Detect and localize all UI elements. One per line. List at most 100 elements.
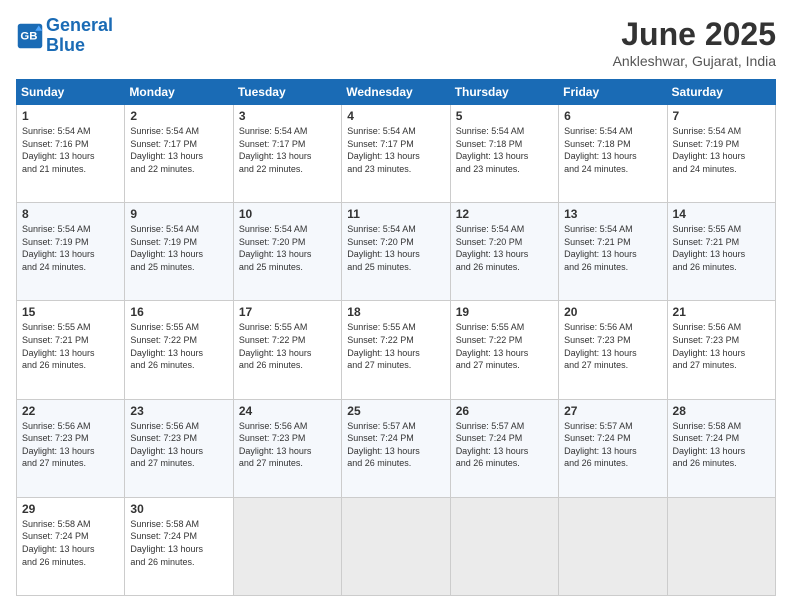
day-number: 14 (673, 207, 770, 221)
header: GB General Blue June 2025 Ankleshwar, Gu… (16, 16, 776, 69)
day-number: 7 (673, 109, 770, 123)
table-row: 29Sunrise: 5:58 AM Sunset: 7:24 PM Dayli… (17, 497, 125, 595)
table-row: 1 Sunrise: 5:54 AM Sunset: 7:16 PM Daylig… (17, 105, 125, 203)
title-block: June 2025 Ankleshwar, Gujarat, India (613, 16, 776, 69)
day-info: Sunrise: 5:55 AM Sunset: 7:22 PM Dayligh… (130, 321, 227, 371)
table-row (667, 497, 775, 595)
table-row: 23 Sunrise: 5:56 AM Sunset: 7:23 PM Dayli… (125, 399, 233, 497)
table-row: 24Sunrise: 5:56 AM Sunset: 7:23 PM Dayli… (233, 399, 341, 497)
day-number: 28 (673, 404, 770, 418)
table-row: 20 Sunrise: 5:56 AM Sunset: 7:23 PM Dayli… (559, 301, 667, 399)
day-number: 12 (456, 207, 553, 221)
table-row: 17 Sunrise: 5:55 AM Sunset: 7:22 PM Dayli… (233, 301, 341, 399)
page: GB General Blue June 2025 Ankleshwar, Gu… (0, 0, 792, 612)
day-info: Sunrise: 5:54 AM Sunset: 7:17 PM Dayligh… (347, 125, 444, 175)
table-row: 27 Sunrise: 5:57 AM Sunset: 7:24 PM Dayli… (559, 399, 667, 497)
day-info: Sunrise: 5:54 AM Sunset: 7:19 PM Dayligh… (130, 223, 227, 273)
day-info: Sunrise: 5:54 AM Sunset: 7:19 PM Dayligh… (673, 125, 770, 175)
day-info: Sunrise: 5:57 AM Sunset: 7:24 PM Dayligh… (564, 420, 661, 470)
day-number: 24 (239, 404, 336, 418)
day-number: 17 (239, 305, 336, 319)
location-subtitle: Ankleshwar, Gujarat, India (613, 53, 776, 69)
day-info: Sunrise: 5:56 AM Sunset: 7:23 PM Dayligh… (22, 420, 119, 470)
day-number: 30 (130, 502, 227, 516)
day-info: Sunrise: 5:56 AM Sunset: 7:23 PM Dayligh… (564, 321, 661, 371)
table-row: 14 Sunrise: 5:55 AM Sunset: 7:21 PM Dayli… (667, 203, 775, 301)
svg-text:GB: GB (20, 30, 37, 42)
day-number: 20 (564, 305, 661, 319)
day-number: 6 (564, 109, 661, 123)
calendar-header-row: Sunday Monday Tuesday Wednesday Thursday… (17, 80, 776, 105)
header-wednesday: Wednesday (342, 80, 450, 105)
table-row: 16Sunrise: 5:55 AM Sunset: 7:22 PM Dayli… (125, 301, 233, 399)
day-info: Sunrise: 5:55 AM Sunset: 7:22 PM Dayligh… (239, 321, 336, 371)
table-row: 9 Sunrise: 5:54 AM Sunset: 7:19 PM Daylig… (125, 203, 233, 301)
day-number: 10 (239, 207, 336, 221)
day-info: Sunrise: 5:54 AM Sunset: 7:19 PM Dayligh… (22, 223, 119, 273)
table-row: 28 Sunrise: 5:58 AM Sunset: 7:24 PM Dayli… (667, 399, 775, 497)
day-info: Sunrise: 5:55 AM Sunset: 7:21 PM Dayligh… (673, 223, 770, 273)
table-row: 19 Sunrise: 5:55 AM Sunset: 7:22 PM Dayli… (450, 301, 558, 399)
day-info: Sunrise: 5:55 AM Sunset: 7:22 PM Dayligh… (347, 321, 444, 371)
day-number: 23 (130, 404, 227, 418)
table-row: 26Sunrise: 5:57 AM Sunset: 7:24 PM Dayli… (450, 399, 558, 497)
day-info: Sunrise: 5:54 AM Sunset: 7:16 PM Dayligh… (22, 125, 119, 175)
calendar-week-row: 8 Sunrise: 5:54 AM Sunset: 7:19 PM Daylig… (17, 203, 776, 301)
day-number: 8 (22, 207, 119, 221)
table-row: 8 Sunrise: 5:54 AM Sunset: 7:19 PM Daylig… (17, 203, 125, 301)
day-number: 11 (347, 207, 444, 221)
day-info: Sunrise: 5:54 AM Sunset: 7:18 PM Dayligh… (456, 125, 553, 175)
table-row: 15 Sunrise: 5:55 AM Sunset: 7:21 PM Dayli… (17, 301, 125, 399)
day-number: 4 (347, 109, 444, 123)
table-row: 18 Sunrise: 5:55 AM Sunset: 7:22 PM Dayli… (342, 301, 450, 399)
table-row (342, 497, 450, 595)
day-number: 5 (456, 109, 553, 123)
day-info: Sunrise: 5:54 AM Sunset: 7:20 PM Dayligh… (347, 223, 444, 273)
day-number: 13 (564, 207, 661, 221)
day-info: Sunrise: 5:57 AM Sunset: 7:24 PM Dayligh… (456, 420, 553, 470)
table-row: 22Sunrise: 5:56 AM Sunset: 7:23 PM Dayli… (17, 399, 125, 497)
header-tuesday: Tuesday (233, 80, 341, 105)
table-row: 11 Sunrise: 5:54 AM Sunset: 7:20 PM Dayli… (342, 203, 450, 301)
table-row (450, 497, 558, 595)
day-number: 29 (22, 502, 119, 516)
day-info: Sunrise: 5:55 AM Sunset: 7:22 PM Dayligh… (456, 321, 553, 371)
day-info: Sunrise: 5:58 AM Sunset: 7:24 PM Dayligh… (673, 420, 770, 470)
header-sunday: Sunday (17, 80, 125, 105)
day-number: 25 (347, 404, 444, 418)
header-friday: Friday (559, 80, 667, 105)
calendar-week-row: 22Sunrise: 5:56 AM Sunset: 7:23 PM Dayli… (17, 399, 776, 497)
day-number: 1 (22, 109, 119, 123)
day-info: Sunrise: 5:54 AM Sunset: 7:17 PM Dayligh… (239, 125, 336, 175)
day-number: 15 (22, 305, 119, 319)
logo-text: General Blue (46, 16, 113, 56)
day-number: 27 (564, 404, 661, 418)
day-number: 2 (130, 109, 227, 123)
day-number: 9 (130, 207, 227, 221)
day-info: Sunrise: 5:56 AM Sunset: 7:23 PM Dayligh… (673, 321, 770, 371)
table-row: 10Sunrise: 5:54 AM Sunset: 7:20 PM Dayli… (233, 203, 341, 301)
day-number: 19 (456, 305, 553, 319)
day-info: Sunrise: 5:57 AM Sunset: 7:24 PM Dayligh… (347, 420, 444, 470)
table-row (233, 497, 341, 595)
calendar-table: Sunday Monday Tuesday Wednesday Thursday… (16, 79, 776, 596)
day-info: Sunrise: 5:58 AM Sunset: 7:24 PM Dayligh… (130, 518, 227, 568)
day-number: 3 (239, 109, 336, 123)
month-title: June 2025 (613, 16, 776, 53)
table-row: 3 Sunrise: 5:54 AM Sunset: 7:17 PM Daylig… (233, 105, 341, 203)
logo-line2: Blue (46, 35, 85, 55)
day-info: Sunrise: 5:56 AM Sunset: 7:23 PM Dayligh… (130, 420, 227, 470)
table-row: 5 Sunrise: 5:54 AM Sunset: 7:18 PM Daylig… (450, 105, 558, 203)
day-number: 21 (673, 305, 770, 319)
logo-line1: General (46, 15, 113, 35)
table-row: 12 Sunrise: 5:54 AM Sunset: 7:20 PM Dayli… (450, 203, 558, 301)
header-thursday: Thursday (450, 80, 558, 105)
logo-icon: GB (16, 22, 44, 50)
day-info: Sunrise: 5:54 AM Sunset: 7:20 PM Dayligh… (456, 223, 553, 273)
table-row: 21 Sunrise: 5:56 AM Sunset: 7:23 PM Dayli… (667, 301, 775, 399)
day-number: 18 (347, 305, 444, 319)
table-row: 4 Sunrise: 5:54 AM Sunset: 7:17 PM Daylig… (342, 105, 450, 203)
table-row: 6Sunrise: 5:54 AM Sunset: 7:18 PM Daylig… (559, 105, 667, 203)
day-info: Sunrise: 5:55 AM Sunset: 7:21 PM Dayligh… (22, 321, 119, 371)
calendar-week-row: 1 Sunrise: 5:54 AM Sunset: 7:16 PM Daylig… (17, 105, 776, 203)
